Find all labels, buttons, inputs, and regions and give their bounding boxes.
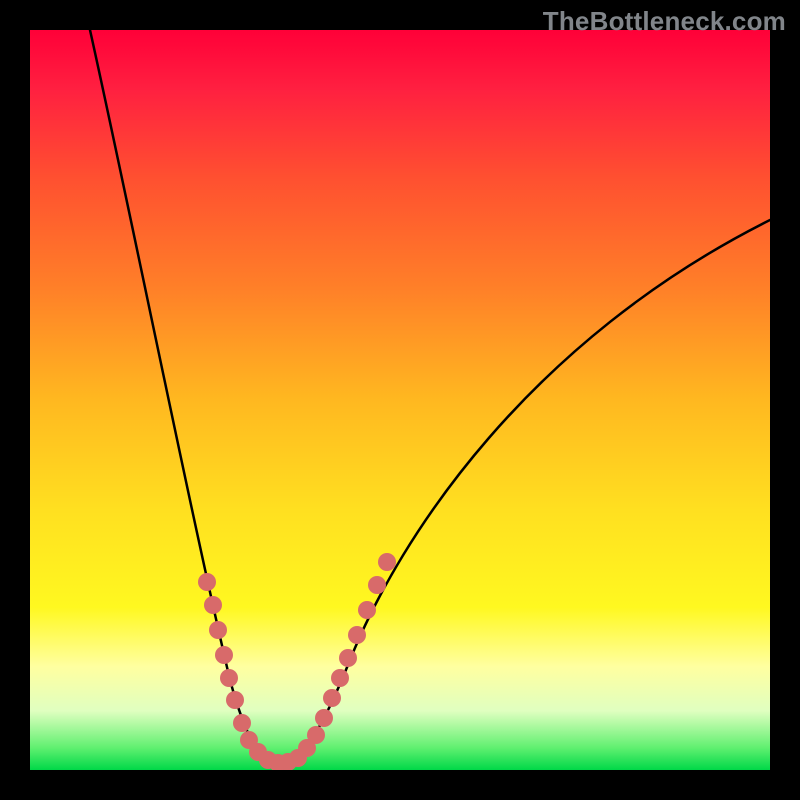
plot-area — [30, 30, 770, 770]
dot — [233, 714, 251, 732]
dot — [358, 601, 376, 619]
dot — [331, 669, 349, 687]
chart-svg — [30, 30, 770, 770]
dot — [215, 646, 233, 664]
dot — [368, 576, 386, 594]
dot — [323, 689, 341, 707]
dot — [315, 709, 333, 727]
dot — [339, 649, 357, 667]
dot — [348, 626, 366, 644]
dot — [307, 726, 325, 744]
dot — [198, 573, 216, 591]
dot — [220, 669, 238, 687]
bottleneck-curve — [90, 30, 770, 765]
dot — [378, 553, 396, 571]
data-dots — [198, 553, 396, 770]
dot — [209, 621, 227, 639]
dot — [226, 691, 244, 709]
watermark-text: TheBottleneck.com — [543, 6, 786, 37]
chart-frame: TheBottleneck.com — [0, 0, 800, 800]
dot — [204, 596, 222, 614]
